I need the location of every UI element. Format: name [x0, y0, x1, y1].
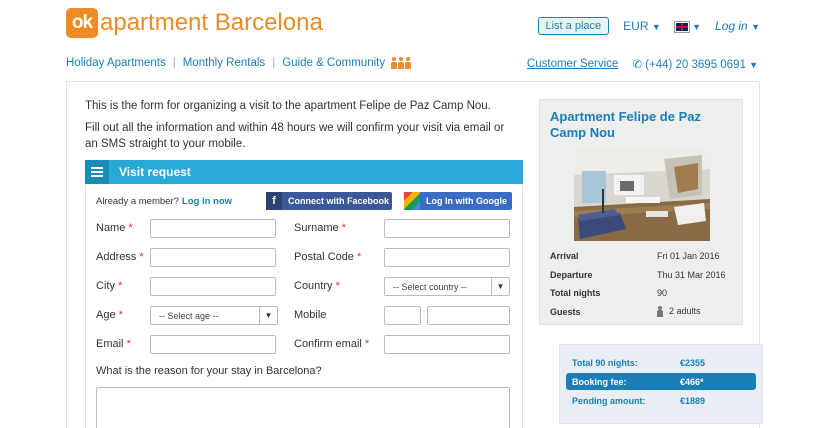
top-bar: List a place EUR ▼ ▼ Log in ▼	[537, 17, 760, 35]
chevron-down-icon: ▼	[259, 307, 277, 324]
email-label: Email *	[96, 338, 131, 350]
nav-guide-community[interactable]: Guide & Community	[282, 57, 385, 69]
login-label: Log in	[715, 19, 748, 33]
intro-line-2: Fill out all the information and within …	[85, 122, 505, 150]
apartment-summary: Apartment Felipe de Paz Camp Nou Arrival…	[539, 99, 743, 325]
address-label: Address *	[96, 251, 144, 263]
logo-text: apartment Barcelona	[100, 9, 323, 36]
detail-value: Thu 31 Mar 2016	[657, 269, 726, 280]
list-icon	[85, 160, 109, 184]
price-row-pending: Pending amount: €1889	[566, 392, 756, 409]
chevron-down-icon: ▼	[491, 278, 509, 295]
visit-request-title: Visit request	[119, 165, 191, 179]
chevron-down-icon: ▼	[651, 22, 661, 32]
detail-row: Arrival Fri 01 Jan 2016	[550, 247, 736, 266]
confirm-email-label: Confirm email *	[294, 338, 370, 350]
price-row-total: Total 90 nights: €2355	[566, 354, 756, 371]
google-login-button[interactable]: Log In with Google	[404, 192, 512, 210]
country-select[interactable]: -- Select country -- ▼	[384, 277, 510, 296]
address-input[interactable]	[150, 248, 276, 267]
phone-number: (+44) 20 3695 0691	[645, 59, 746, 71]
age-label: Age *	[96, 309, 123, 321]
nav-monthly-rentals[interactable]: Monthly Rentals	[183, 57, 265, 69]
reason-textarea[interactable]	[96, 387, 510, 428]
nav-right: Customer Service ✆ (+44) 20 3695 0691 ▼	[527, 57, 758, 71]
country-label: Country *	[294, 280, 340, 292]
main-content: This is the form for organizing a visit …	[66, 81, 763, 428]
detail-label: Total nights	[550, 288, 601, 299]
price-value: €2355	[680, 357, 706, 368]
language-selector[interactable]: ▼	[673, 19, 702, 33]
chevron-down-icon: ▼	[692, 22, 702, 32]
logo[interactable]: ok apartment Barcelona	[66, 8, 323, 38]
stay-details: Arrival Fri 01 Jan 2016 Departure Thu 31 M…	[550, 247, 736, 321]
facebook-connect-button[interactable]: f Connect with Facebook	[266, 192, 392, 210]
login-link[interactable]: Log in ▼	[715, 19, 760, 33]
reason-question: What is the reason for your stay in Barc…	[96, 365, 322, 377]
member-prompt: Already a member? Log in now	[96, 196, 232, 207]
surname-label: Surname *	[294, 222, 346, 234]
detail-row: Guests 2 adults	[550, 303, 736, 322]
pricing-box: Total 90 nights: €2355 Booking fee: €466* …	[559, 344, 763, 424]
postal-code-input[interactable]	[384, 248, 510, 267]
country-select-value: -- Select country --	[393, 281, 468, 292]
nav-separator: |	[272, 57, 276, 69]
community-icon	[391, 57, 412, 69]
intro-text: This is the form for organizing a visit …	[85, 98, 515, 158]
member-text: Already a member?	[96, 196, 179, 207]
uk-flag-icon	[673, 20, 690, 33]
detail-label: Arrival	[550, 251, 579, 262]
city-input[interactable]	[150, 277, 276, 296]
google-button-label: Log In with Google	[426, 196, 507, 206]
apartment-title[interactable]: Apartment Felipe de Paz Camp Nou	[550, 109, 730, 141]
price-label: Pending amount:	[572, 395, 646, 406]
detail-row: Total nights 90	[550, 284, 736, 303]
age-select-value: -- Select age --	[159, 310, 219, 321]
customer-service-link[interactable]: Customer Service	[527, 58, 618, 70]
price-label: Booking fee:	[572, 376, 627, 387]
age-select[interactable]: -- Select age -- ▼	[150, 306, 278, 325]
detail-value: 90	[657, 288, 668, 299]
email-input[interactable]	[150, 335, 276, 354]
login-now-link[interactable]: Log in now	[182, 196, 232, 207]
phone-icon: ✆	[632, 59, 642, 71]
price-value: €1889	[680, 395, 706, 406]
currency-selector[interactable]: EUR ▼	[623, 19, 661, 33]
visit-request-form: Already a member? Log in now f Connect wi…	[85, 185, 523, 428]
detail-value: 2 adults	[669, 306, 701, 317]
phone-selector[interactable]: ✆ (+44) 20 3695 0691 ▼	[632, 57, 758, 71]
detail-label: Departure	[550, 269, 593, 280]
visit-request-header: Visit request	[85, 160, 523, 184]
name-label: Name *	[96, 222, 133, 234]
postal-code-label: Postal Code *	[294, 251, 362, 263]
nav-holiday-apartments[interactable]: Holiday Apartments	[66, 57, 166, 69]
mobile-prefix-input[interactable]	[384, 306, 421, 325]
person-icon	[657, 306, 663, 318]
chevron-down-icon: ▼	[749, 60, 758, 70]
currency-label: EUR	[623, 19, 649, 33]
intro-line-1: This is the form for organizing a visit …	[85, 100, 491, 112]
detail-label: Guests	[550, 306, 581, 317]
price-value: €466*	[680, 376, 704, 387]
mobile-number-input[interactable]	[427, 306, 510, 325]
name-input[interactable]	[150, 219, 276, 238]
price-row-booking-fee: Booking fee: €466*	[566, 373, 756, 390]
price-label: Total 90 nights:	[572, 357, 638, 368]
mobile-label: Mobile	[294, 309, 327, 321]
list-place-button[interactable]: List a place	[537, 17, 610, 35]
facebook-button-label: Connect with Facebook	[288, 196, 390, 206]
google-icon	[404, 192, 420, 210]
surname-input[interactable]	[384, 219, 510, 238]
detail-row: Departure Thu 31 Mar 2016	[550, 266, 736, 285]
nav-separator: |	[172, 57, 176, 69]
main-nav: Holiday Apartments | Monthly Rentals | G…	[66, 57, 412, 69]
apartment-photo[interactable]	[574, 149, 710, 241]
detail-value: Fri 01 Jan 2016	[657, 251, 720, 262]
apartment-photo-image	[574, 149, 710, 241]
logo-badge: ok	[66, 8, 98, 38]
city-label: City *	[96, 280, 123, 292]
chevron-down-icon: ▼	[751, 22, 760, 32]
confirm-email-input[interactable]	[384, 335, 510, 354]
facebook-icon: f	[266, 192, 282, 210]
